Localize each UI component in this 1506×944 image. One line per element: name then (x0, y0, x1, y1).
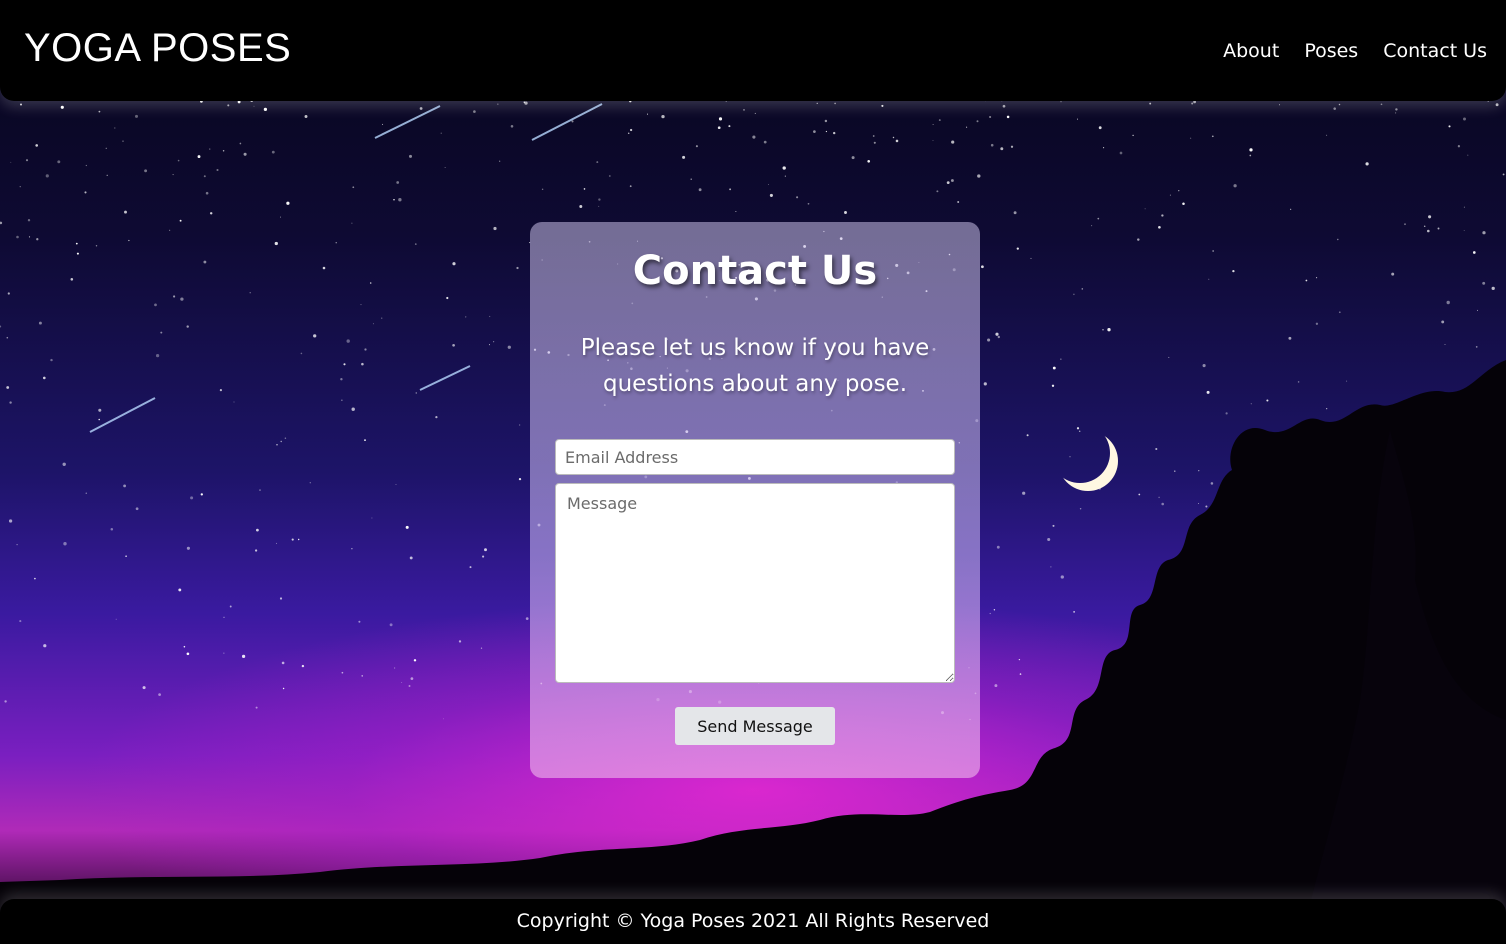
nav-link-poses[interactable]: Poses (1304, 40, 1358, 62)
email-field[interactable] (555, 439, 955, 475)
main-nav: About Poses Contact Us (1223, 40, 1487, 62)
message-field[interactable] (555, 483, 955, 683)
copyright-text: Copyright © Yoga Poses 2021 All Rights R… (516, 910, 990, 932)
nav-link-about[interactable]: About (1223, 40, 1279, 62)
contact-lead-text: Please let us know if you have questions… (580, 335, 930, 397)
nav-link-contact-us[interactable]: Contact Us (1383, 40, 1487, 62)
send-message-button[interactable]: Send Message (675, 707, 835, 745)
site-header: YOGA POSES About Poses Contact Us (0, 0, 1506, 101)
brand-logo-text[interactable]: YOGA POSES (24, 26, 291, 71)
contact-title: Contact Us (632, 248, 878, 294)
site-footer: Copyright © Yoga Poses 2021 All Rights R… (0, 899, 1506, 944)
